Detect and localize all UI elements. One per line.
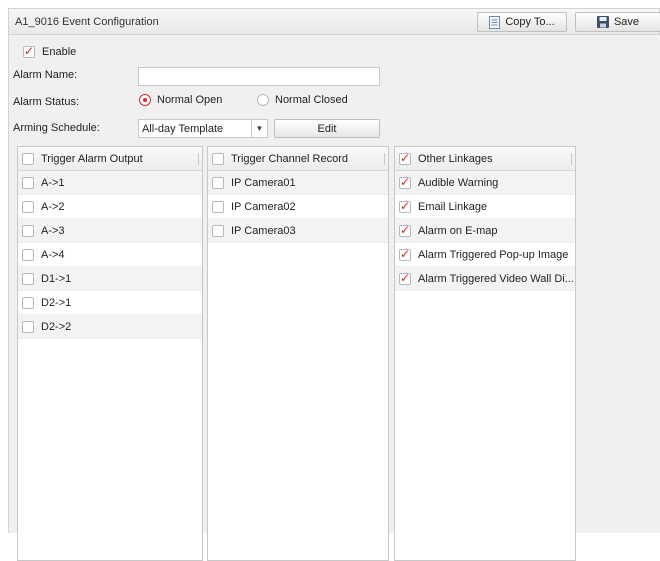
- list-item-label: A->3: [41, 224, 65, 237]
- list-item-label: Alarm Triggered Video Wall Di...: [418, 272, 574, 285]
- list-item[interactable]: Email Linkage: [395, 195, 575, 219]
- list-item[interactable]: A->4: [18, 243, 202, 267]
- radio-normal-closed[interactable]: Normal Closed: [257, 94, 348, 106]
- column-resize-handle[interactable]: [198, 153, 199, 165]
- list-item[interactable]: IP Camera03: [208, 219, 388, 243]
- list-item-label: A->2: [41, 200, 65, 213]
- list-item-checkbox[interactable]: [212, 176, 224, 189]
- list-item-checkbox[interactable]: [399, 199, 411, 213]
- alarm-status-label: Alarm Status:: [13, 96, 80, 108]
- enable-checkbox[interactable]: [23, 44, 35, 58]
- copy-doc-icon: [489, 15, 501, 29]
- list-item[interactable]: A->3: [18, 219, 202, 243]
- alarm-output-select-all-checkbox[interactable]: [22, 152, 34, 165]
- other-linkages-select-all-checkbox[interactable]: [399, 151, 411, 165]
- enable-row: Enable: [23, 44, 77, 58]
- copy-to-label: Copy To...: [505, 16, 555, 28]
- arming-schedule-label: Arming Schedule:: [13, 122, 100, 134]
- list-item-label: IP Camera02: [231, 200, 296, 213]
- list-item-checkbox[interactable]: [399, 175, 411, 189]
- list-item-checkbox[interactable]: [399, 247, 411, 261]
- radio-normal-closed-dot[interactable]: [257, 94, 269, 106]
- list-item-label: IP Camera01: [231, 176, 296, 189]
- list-item-label: D1->1: [41, 272, 72, 285]
- list-item[interactable]: Audible Warning: [395, 171, 575, 195]
- list-item-checkbox[interactable]: [399, 223, 411, 237]
- column-resize-handle[interactable]: [384, 153, 385, 165]
- list-item-checkbox[interactable]: [22, 176, 34, 189]
- radio-normal-open-dot[interactable]: [139, 94, 151, 106]
- save-label: Save: [613, 16, 640, 28]
- list-item-label: D2->2: [41, 320, 72, 333]
- channel-record-header-label: Trigger Channel Record: [231, 152, 348, 165]
- radio-normal-closed-label: Normal Closed: [275, 94, 348, 106]
- list-item-label: D2->1: [41, 296, 72, 309]
- list-item-checkbox[interactable]: [22, 248, 34, 261]
- channel-record-select-all-checkbox[interactable]: [212, 152, 224, 165]
- save-disk-icon: [596, 16, 609, 28]
- list-item[interactable]: IP Camera02: [208, 195, 388, 219]
- channel-record-panel: Trigger Channel Record IP Camera01 IP Ca…: [207, 146, 389, 561]
- title-bar: A1_9016 Event Configuration Copy To... S…: [8, 8, 660, 35]
- list-item-checkbox[interactable]: [22, 296, 34, 309]
- list-item-label: Audible Warning: [418, 176, 499, 189]
- other-linkages-header: Other Linkages: [395, 147, 575, 171]
- list-item[interactable]: Alarm on E-map: [395, 219, 575, 243]
- enable-label: Enable: [42, 46, 77, 58]
- copy-to-button[interactable]: Copy To...: [477, 12, 567, 32]
- window-title: A1_9016 Event Configuration: [15, 16, 159, 28]
- column-resize-handle[interactable]: [571, 153, 572, 165]
- chevron-down-icon[interactable]: ▼: [251, 120, 267, 137]
- list-item[interactable]: A->2: [18, 195, 202, 219]
- list-item-checkbox[interactable]: [22, 224, 34, 237]
- list-item[interactable]: D1->1: [18, 267, 202, 291]
- list-item-label: A->1: [41, 176, 65, 189]
- list-item-checkbox[interactable]: [22, 200, 34, 213]
- edit-button[interactable]: Edit: [274, 119, 380, 138]
- save-button[interactable]: Save: [575, 12, 660, 32]
- list-item-label: IP Camera03: [231, 224, 296, 237]
- list-item[interactable]: D2->1: [18, 291, 202, 315]
- list-item[interactable]: D2->2: [18, 315, 202, 339]
- list-item-checkbox[interactable]: [212, 200, 224, 213]
- arming-schedule-select[interactable]: All-day Template ▼: [138, 119, 268, 138]
- list-item-checkbox[interactable]: [212, 224, 224, 237]
- alarm-output-header: Trigger Alarm Output: [18, 147, 202, 171]
- arming-schedule-value: All-day Template: [142, 122, 224, 135]
- list-item-label: Alarm Triggered Pop-up Image: [418, 248, 569, 261]
- alarm-name-input[interactable]: [138, 67, 380, 86]
- list-item-checkbox[interactable]: [22, 320, 34, 333]
- list-item-checkbox[interactable]: [399, 271, 411, 285]
- other-linkages-header-label: Other Linkages: [418, 152, 493, 165]
- other-linkages-panel: Other Linkages Audible Warning Email Lin…: [394, 146, 576, 561]
- event-config-content: Enable Alarm Name: Alarm Status: Normal …: [8, 35, 660, 561]
- channel-record-header: Trigger Channel Record: [208, 147, 388, 171]
- list-item[interactable]: Alarm Triggered Video Wall Di...: [395, 267, 575, 291]
- alarm-output-header-label: Trigger Alarm Output: [41, 152, 143, 165]
- list-item[interactable]: A->1: [18, 171, 202, 195]
- list-item-label: Email Linkage: [418, 200, 488, 213]
- list-item-label: Alarm on E-map: [418, 224, 498, 237]
- list-item-label: A->4: [41, 248, 65, 261]
- alarm-name-label: Alarm Name:: [13, 69, 78, 81]
- alarm-output-panel: Trigger Alarm Output A->1 A->2 A->3 A->4…: [17, 146, 203, 561]
- list-item[interactable]: Alarm Triggered Pop-up Image: [395, 243, 575, 267]
- list-item-checkbox[interactable]: [22, 272, 34, 285]
- radio-normal-open[interactable]: Normal Open: [139, 94, 222, 106]
- list-item[interactable]: IP Camera01: [208, 171, 388, 195]
- radio-normal-open-label: Normal Open: [157, 94, 223, 106]
